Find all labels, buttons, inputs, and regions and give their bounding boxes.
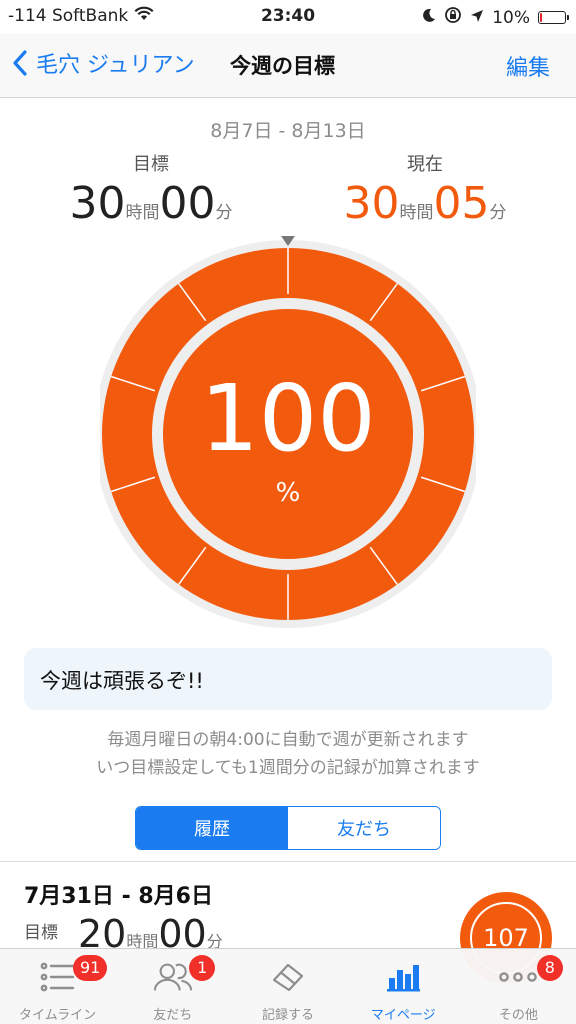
tab-friends[interactable]: 1 友だち [115, 949, 230, 1024]
status-bar: -114 SoftBank 23:40 10% [0, 0, 576, 34]
timeline-badge: 91 [73, 955, 108, 981]
location-arrow-icon [470, 8, 484, 28]
target-minutes: 00 [159, 178, 216, 229]
battery-percent: 10% [492, 7, 530, 28]
more-dots-icon [498, 959, 538, 995]
friends-badge: 1 [189, 955, 216, 981]
target-hours: 30 [69, 178, 126, 229]
page-title: 今週の目標 [230, 54, 335, 78]
battery-level [540, 13, 543, 22]
tab-record-label: 記録する [262, 1008, 315, 1023]
progress-percent-unit: % [275, 478, 301, 508]
tab-more-label: その他 [498, 1008, 538, 1023]
record-eraser-icon [268, 959, 308, 995]
target-time-value: 30時間00分 [26, 178, 276, 239]
tab-friends-label: 友だち [153, 1008, 193, 1023]
edit-button[interactable]: 編集 [506, 50, 550, 82]
history-range: 7月31日 - 8月6日 [24, 884, 213, 909]
current-time-value: 30時間05分 [300, 178, 550, 239]
current-minutes-unit: 分 [489, 203, 507, 223]
update-note-line1: 毎週月曜日の朝4:00に自動で週が更新されます [107, 730, 469, 750]
progress-percent: 100 [200, 365, 376, 472]
tab-mypage-label: マイページ [370, 1008, 436, 1023]
progress-ring: 100 % [94, 234, 482, 634]
target-caption: 目標 [133, 154, 169, 175]
tab-record[interactable]: 記録する [230, 949, 345, 1024]
update-note: 毎週月曜日の朝4:00に自動で週が更新されます いつ目標設定しても1週間分の記録… [0, 726, 576, 782]
tab-mypage[interactable]: マイページ [346, 949, 461, 1024]
history-segment[interactable]: 履歴 [136, 807, 288, 849]
weekly-memo[interactable]: 今週は頑張るぞ!! [24, 648, 552, 710]
back-button[interactable]: 毛穴 ジュリアン [12, 47, 195, 79]
current-hours: 30 [343, 178, 400, 229]
target-hours-unit: 時間 [125, 203, 160, 223]
target-time-block: 目標 30時間00分 [26, 150, 276, 239]
current-hours-unit: 時間 [399, 203, 434, 223]
timeline-list-icon [38, 959, 78, 995]
rotation-lock-icon [444, 6, 462, 29]
moon-icon [422, 8, 436, 28]
tab-timeline[interactable]: 91 タイムライン [0, 949, 115, 1024]
more-badge: 8 [536, 955, 563, 981]
tab-more[interactable]: 8 その他 [461, 949, 576, 1024]
current-minutes: 05 [433, 178, 490, 229]
status-right: 10% [422, 6, 569, 29]
history-friends-switch: 履歴 友だち [135, 806, 441, 850]
target-minutes-unit: 分 [215, 203, 233, 223]
update-note-line2: いつ目標設定しても1週間分の記録が加算されます [96, 758, 480, 778]
navigation-bar: 毛穴 ジュリアン 今週の目標 編集 [0, 34, 576, 98]
tab-bar: 91 タイムライン 1 友だち 記録する マイページ 8 その他 [0, 948, 576, 1024]
week-range: 8月7日 - 8月13日 [210, 120, 366, 142]
section-divider [0, 861, 576, 862]
friends-segment[interactable]: 友だち [288, 807, 440, 849]
friends-icon [153, 959, 193, 995]
current-caption: 現在 [407, 154, 443, 175]
chevron-left-icon [13, 50, 27, 76]
battery-icon [538, 11, 569, 24]
mypage-chart-icon [383, 959, 423, 995]
current-time-block: 現在 30時間05分 [300, 150, 550, 239]
history-caption: 目標 [24, 923, 58, 943]
back-label: 毛穴 ジュリアン [36, 53, 195, 78]
tab-timeline-label: タイムライン [19, 1008, 97, 1023]
